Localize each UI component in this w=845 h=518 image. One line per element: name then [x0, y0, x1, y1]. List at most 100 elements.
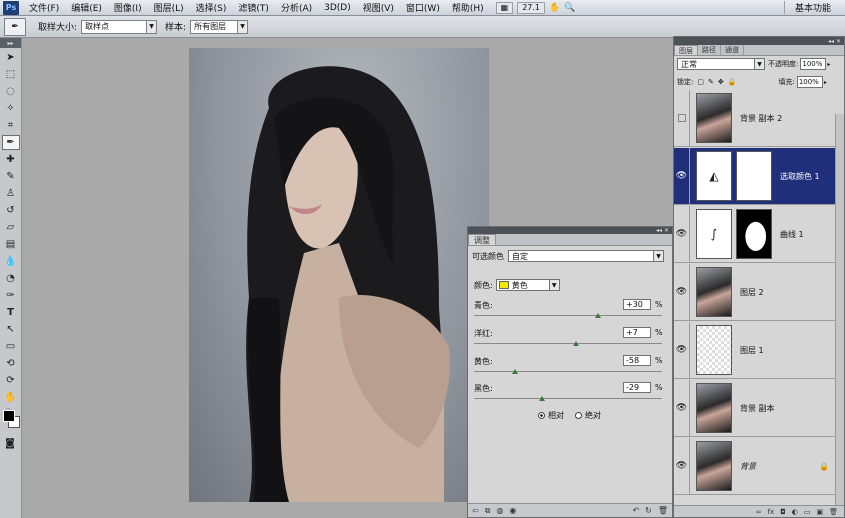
- layer-name[interactable]: 背景: [740, 461, 756, 472]
- quick-mask-icon[interactable]: ◙: [1, 436, 19, 451]
- eyedropper-preset-icon[interactable]: ✒: [4, 17, 26, 36]
- lock-transparency-icon[interactable]: ▢: [697, 78, 704, 86]
- back-arrow-icon[interactable]: ⇦: [472, 506, 479, 515]
- layer-name[interactable]: 图层 1: [740, 345, 764, 356]
- fill-arrow-icon[interactable]: ▸: [824, 79, 827, 86]
- layer-name[interactable]: 背景 副本: [740, 403, 775, 414]
- gradient-tool-icon[interactable]: ▤: [2, 237, 20, 252]
- sample-select[interactable]: 所有图层 ▼: [190, 19, 249, 34]
- layer-name[interactable]: 图层 2: [740, 287, 764, 298]
- slider-magenta-thumb[interactable]: [573, 341, 579, 346]
- history-brush-tool-icon[interactable]: ↺: [2, 203, 20, 218]
- healing-brush-tool-icon[interactable]: ✚: [2, 152, 20, 167]
- add-mask-icon[interactable]: ◘: [780, 508, 786, 516]
- 3d-orbit-tool-icon[interactable]: ⟳: [2, 373, 20, 388]
- menu-3d[interactable]: 3D(D): [318, 3, 357, 13]
- eye-icon[interactable]: 👁: [674, 147, 690, 205]
- visibility-off-icon[interactable]: [674, 89, 690, 147]
- slider-magenta-input[interactable]: +7: [623, 327, 651, 338]
- menu-file[interactable]: 文件(F): [23, 1, 65, 14]
- slider-black-input[interactable]: -29: [623, 382, 651, 393]
- crop-tool-icon[interactable]: ⌗: [2, 118, 20, 133]
- layers-scrollbar[interactable]: [835, 114, 844, 506]
- menu-edit[interactable]: 编辑(E): [65, 1, 108, 14]
- zoom-tool-icon[interactable]: 🔍: [564, 3, 575, 13]
- shape-tool-icon[interactable]: ▭: [2, 339, 20, 354]
- menu-help[interactable]: 帮助(H): [446, 1, 490, 14]
- slider-cyan-track[interactable]: [474, 315, 662, 316]
- eye-icon[interactable]: 👁: [674, 263, 690, 321]
- layer-name[interactable]: 背景 副本 2: [740, 113, 782, 124]
- blend-mode-select[interactable]: 正常 ▼: [677, 58, 765, 70]
- document-canvas[interactable]: [189, 48, 489, 502]
- workspace-switcher[interactable]: 基本功能: [783, 1, 841, 14]
- previous-state-icon[interactable]: ↶: [632, 506, 639, 515]
- menu-window[interactable]: 窗口(W): [400, 1, 446, 14]
- brush-tool-icon[interactable]: ✎: [2, 169, 20, 184]
- type-tool-icon[interactable]: T: [2, 305, 20, 320]
- foreground-color-swatch[interactable]: [3, 410, 15, 422]
- layer-row[interactable]: 👁 ◭ 选取颜色 1: [674, 147, 837, 205]
- panel-collapse-icon[interactable]: ◂◂ ✕: [674, 37, 844, 45]
- new-layer-icon[interactable]: ▣: [816, 508, 823, 516]
- visibility-eye-icon[interactable]: ◉: [509, 506, 516, 515]
- hand-tool-icon[interactable]: ✋: [2, 390, 20, 405]
- lock-position-icon[interactable]: ✥: [718, 78, 724, 86]
- layer-name[interactable]: 选取颜色 1: [780, 171, 820, 182]
- layer-row[interactable]: 👁 背景 副本: [674, 379, 837, 437]
- radio-relative[interactable]: [538, 412, 545, 419]
- radio-absolute[interactable]: [575, 412, 582, 419]
- marquee-tool-icon[interactable]: ⬚: [2, 67, 20, 82]
- reset-icon[interactable]: ↻: [645, 506, 652, 515]
- opacity-arrow-icon[interactable]: ▸: [827, 61, 830, 68]
- 3d-rotate-tool-icon[interactable]: ⟲: [2, 356, 20, 371]
- layer-row[interactable]: 👁 ∫ 曲线 1: [674, 205, 837, 263]
- slider-yellow-thumb[interactable]: [512, 369, 518, 374]
- pen-tool-icon[interactable]: ✑: [2, 288, 20, 303]
- toolbox-collapse-icon[interactable]: ▸▸: [0, 38, 21, 48]
- lasso-tool-icon[interactable]: ◌: [2, 84, 20, 99]
- menu-layer[interactable]: 图层(L): [148, 1, 190, 14]
- magic-wand-tool-icon[interactable]: ✧: [2, 101, 20, 116]
- slider-magenta-track[interactable]: [474, 343, 662, 344]
- layer-mask-thumbnail[interactable]: [736, 209, 772, 259]
- opacity-input[interactable]: 100%: [800, 58, 827, 70]
- dodge-tool-icon[interactable]: ◔: [2, 271, 20, 286]
- delete-adjustment-icon[interactable]: 🗑: [658, 506, 668, 515]
- menu-select[interactable]: 选择(S): [190, 1, 233, 14]
- lock-pixels-icon[interactable]: ✎: [708, 78, 714, 86]
- eye-icon[interactable]: 👁: [674, 321, 690, 379]
- slider-cyan-input[interactable]: +30: [623, 299, 651, 310]
- eraser-tool-icon[interactable]: ▱: [2, 220, 20, 235]
- slider-cyan-thumb[interactable]: [595, 313, 601, 318]
- eye-icon[interactable]: 👁: [674, 205, 690, 263]
- move-tool-icon[interactable]: ➤: [2, 50, 20, 65]
- expand-view-icon[interactable]: ⧉: [485, 506, 491, 516]
- layer-mask-thumbnail[interactable]: [736, 151, 772, 201]
- slider-yellow-input[interactable]: -58: [623, 355, 651, 366]
- color-select[interactable]: 黄色 ▼: [495, 279, 560, 291]
- layer-name[interactable]: 曲线 1: [780, 229, 804, 240]
- menu-filter[interactable]: 滤镜(T): [232, 1, 275, 14]
- tab-adjustments[interactable]: 调整: [468, 234, 496, 245]
- hand-tool-icon[interactable]: ✋: [549, 3, 560, 13]
- layer-style-icon[interactable]: fx: [768, 508, 775, 516]
- fill-input[interactable]: 100%: [796, 76, 823, 88]
- panel-collapse-icon[interactable]: ◂◂ ✕: [468, 227, 672, 234]
- zoom-level[interactable]: 27.1: [517, 1, 546, 14]
- new-adjustment-layer-icon[interactable]: ◐: [792, 508, 798, 516]
- tab-channels[interactable]: 通道: [721, 45, 744, 55]
- preset-select[interactable]: 自定 ▼: [508, 250, 664, 262]
- blur-tool-icon[interactable]: 💧: [2, 254, 20, 269]
- menu-analysis[interactable]: 分析(A): [275, 1, 318, 14]
- tab-paths[interactable]: 路径: [698, 45, 721, 55]
- delete-layer-icon[interactable]: 🗑: [829, 508, 838, 516]
- link-layers-icon[interactable]: ∞: [756, 508, 762, 516]
- eye-icon[interactable]: 👁: [674, 437, 690, 495]
- tab-layers[interactable]: 图层: [674, 45, 698, 55]
- eye-icon[interactable]: 👁: [674, 379, 690, 437]
- clip-to-layer-icon[interactable]: ◍: [496, 506, 503, 515]
- slider-black-track[interactable]: [474, 398, 662, 399]
- menu-view[interactable]: 视图(V): [357, 1, 400, 14]
- layer-row[interactable]: 背景 副本 2: [674, 89, 837, 147]
